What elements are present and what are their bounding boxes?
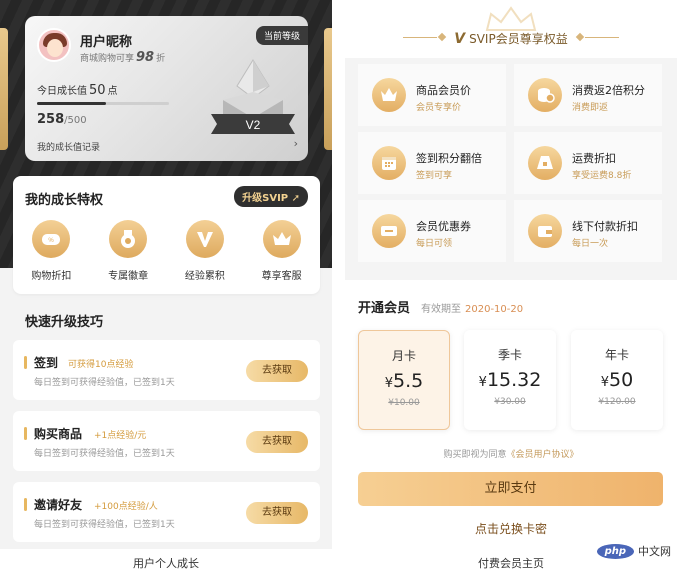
validity: 有效期至 2020-10-20 (421, 304, 524, 315)
privilege-title: 我的成长特权 (25, 193, 104, 208)
today-growth: 今日成长值 50 点 (37, 83, 118, 98)
privilege-item-service[interactable]: 尊享客服 (243, 220, 320, 282)
open-membership-title: 开通会员 (358, 301, 411, 316)
task-reward: +1点经验/元 (94, 431, 147, 441)
avatar[interactable] (37, 28, 71, 62)
left-caption: 用户个人成长 (0, 549, 332, 583)
privilege-card: 我的成长特权 升级SVIP ➚ % 购物折扣 专属徽章 经验累积 尊享客服 (13, 176, 320, 294)
task-invite: 邀请好友 +100点经验/人 每日签到可获得经验值，已签到1天 去获取 (13, 482, 320, 542)
growth-progress-bar (37, 102, 169, 105)
membership-header: V SVIP会员尊享权益 (345, 0, 677, 58)
php-logo-icon: php (596, 543, 634, 559)
arrow-up-right-icon: ➚ (288, 193, 300, 204)
user-nickname: 用户昵称 (80, 35, 133, 50)
growth-score: 258/500 (37, 112, 87, 127)
coins-icon (528, 78, 562, 112)
growth-panel: 当前等级 用户昵称 商城购物可享 98 折 今日成长值 50 点 258/500 我的成… (0, 0, 332, 583)
crown-icon (372, 78, 406, 112)
plan-card-quarterly[interactable]: 季卡 ¥15.32 ¥30.00 (464, 330, 556, 430)
level-card: 当前等级 用户昵称 商城购物可享 98 折 今日成长值 50 点 258/500 我的成… (25, 16, 308, 161)
benefit-shipping-discount: 运费折扣 享受运费8.8折 (514, 132, 662, 194)
benefit-member-price: 商品会员价 会员专享价 (358, 64, 506, 126)
membership-panel: V SVIP会员尊享权益 商品会员价 会员专享价 消费返2倍积分 消费即返 签到积… (345, 0, 677, 583)
agreement-text: 购买即视为同意《会员用户协议》 (443, 450, 579, 460)
today-growth-value: 50 (89, 83, 106, 98)
task-reward: +100点经验/人 (94, 502, 158, 512)
task-checkin: 签到 可获得10点经验 每日签到可获得经验值，已签到1天 去获取 (13, 340, 320, 400)
prev-card-peek[interactable] (0, 28, 8, 150)
wallet-icon (528, 214, 562, 248)
privilege-item-badge[interactable]: 专属徽章 (90, 220, 167, 282)
discount-tag-icon: % (32, 220, 71, 258)
plan-card-yearly[interactable]: 年卡 ¥50 ¥120.00 (571, 330, 663, 430)
valid-date: 2020-10-20 (465, 304, 524, 315)
privilege-item-discount[interactable]: % 购物折扣 (13, 220, 90, 282)
pay-now-button[interactable]: 立即支付 (358, 472, 663, 506)
task-desc: 每日签到可获得经验值，已签到1天 (34, 378, 175, 388)
get-button[interactable]: 去获取 (246, 360, 308, 382)
upgrade-svip-button[interactable]: 升级SVIP ➚ (234, 186, 308, 207)
task-desc: 每日签到可获得经验值，已签到1天 (34, 520, 175, 530)
benefit-checkin-double: 签到积分翻倍 签到可享 (358, 132, 506, 194)
plan-cards: 月卡 ¥5.5 ¥10.00 季卡 ¥15.32 ¥30.00 年卡 ¥50 ¥… (358, 330, 663, 430)
agreement-link[interactable]: 《会员用户协议》 (507, 450, 579, 460)
vip-icon (185, 220, 224, 258)
coupon-icon (372, 214, 406, 248)
discount-value: 98 (136, 50, 155, 65)
benefit-grid: 商品会员价 会员专享价 消费返2倍积分 消费即返 签到积分翻倍 签到可享 运费折… (345, 58, 677, 280)
plan-card-monthly[interactable]: 月卡 ¥5.5 ¥10.00 (358, 330, 450, 430)
current-level-tag: 当前等级 (255, 26, 308, 45)
privilege-item-experience[interactable]: 经验累积 (167, 220, 244, 282)
redeem-code-link[interactable]: 点击兑换卡密 (345, 520, 677, 537)
v-logo-icon: V (454, 31, 466, 47)
benefit-offline-discount: 线下付款折扣 每日一次 (514, 200, 662, 262)
medal-icon (109, 220, 148, 258)
get-button[interactable]: 去获取 (246, 431, 308, 453)
quick-upgrade-title: 快速升级技巧 (25, 315, 104, 330)
watermark: php 中文网 (596, 543, 671, 559)
package-icon (528, 146, 562, 180)
svg-text:%: % (49, 238, 55, 244)
benefit-double-points: 消费返2倍积分 消费即返 (514, 64, 662, 126)
level-badge: V2 (211, 59, 295, 134)
growth-record-link[interactable]: 我的成长值记录 (37, 140, 100, 153)
level-badge-text: V2 (246, 118, 261, 132)
task-desc: 每日签到可获得经验值，已签到1天 (34, 449, 175, 459)
discount-line: 商城购物可享 98 折 (80, 50, 166, 65)
calendar-icon (372, 146, 406, 180)
task-reward: 可获得10点经验 (68, 360, 134, 370)
membership-title: V SVIP会员尊享权益 (454, 31, 568, 47)
next-card-peek[interactable] (324, 28, 332, 150)
task-purchase: 购买商品 +1点经验/元 每日签到可获得经验值，已签到1天 去获取 (13, 411, 320, 471)
crown-icon (262, 220, 301, 258)
benefit-coupon: 会员优惠券 每日可领 (358, 200, 506, 262)
get-button[interactable]: 去获取 (246, 502, 308, 524)
growth-progress-fill (37, 102, 106, 105)
